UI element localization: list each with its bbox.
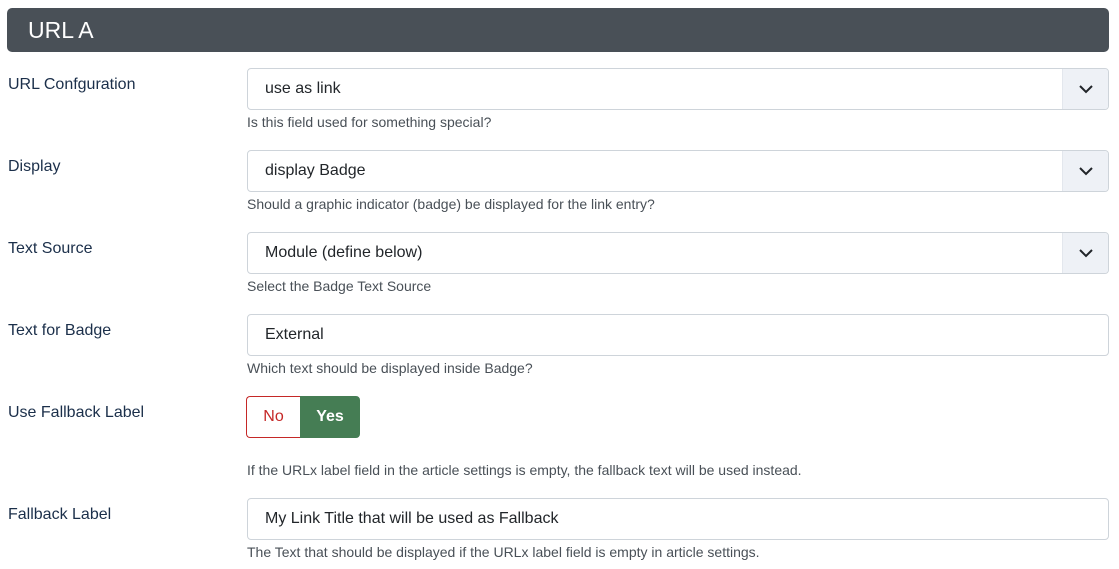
url-configuration-select[interactable]: use as link	[247, 68, 1109, 110]
fallback-label-input[interactable]: My Link Title that will be used as Fallb…	[247, 498, 1109, 540]
use-fallback-label-help: If the URLx label field in the article s…	[247, 462, 802, 478]
fallback-label-value: My Link Title that will be used as Fallb…	[265, 510, 559, 527]
chevron-down-icon[interactable]	[1062, 69, 1108, 109]
text-source-select[interactable]: Module (define below)	[247, 232, 1109, 274]
fallback-label-label: Fallback Label	[8, 506, 112, 523]
text-source-value: Module (define below)	[265, 244, 423, 261]
toggle-no-button[interactable]: No	[246, 396, 300, 438]
url-configuration-label: URL Confguration	[8, 76, 136, 93]
use-fallback-label-label: Use Fallback Label	[8, 404, 145, 421]
display-help: Should a graphic indicator (badge) be di…	[247, 196, 655, 212]
url-configuration-help: Is this field used for something special…	[247, 114, 492, 130]
chevron-down-icon[interactable]	[1062, 233, 1108, 273]
text-for-badge-value: External	[265, 326, 324, 343]
text-for-badge-input[interactable]: External	[247, 314, 1109, 356]
display-select[interactable]: display Badge	[247, 150, 1109, 192]
text-for-badge-label: Text for Badge	[8, 322, 112, 339]
text-source-help: Select the Badge Text Source	[247, 278, 432, 294]
display-value: display Badge	[265, 162, 366, 179]
fallback-label-help: The Text that should be displayed if the…	[247, 544, 760, 560]
chevron-down-icon[interactable]	[1062, 151, 1108, 191]
text-source-label: Text Source	[8, 240, 93, 257]
url-configuration-value: use as link	[265, 80, 341, 97]
use-fallback-label-toggle: No Yes	[246, 396, 360, 438]
display-label: Display	[8, 158, 61, 175]
section-header: URL A	[7, 8, 1109, 52]
toggle-yes-button[interactable]: Yes	[300, 396, 360, 438]
text-for-badge-help: Which text should be displayed inside Ba…	[247, 360, 533, 376]
